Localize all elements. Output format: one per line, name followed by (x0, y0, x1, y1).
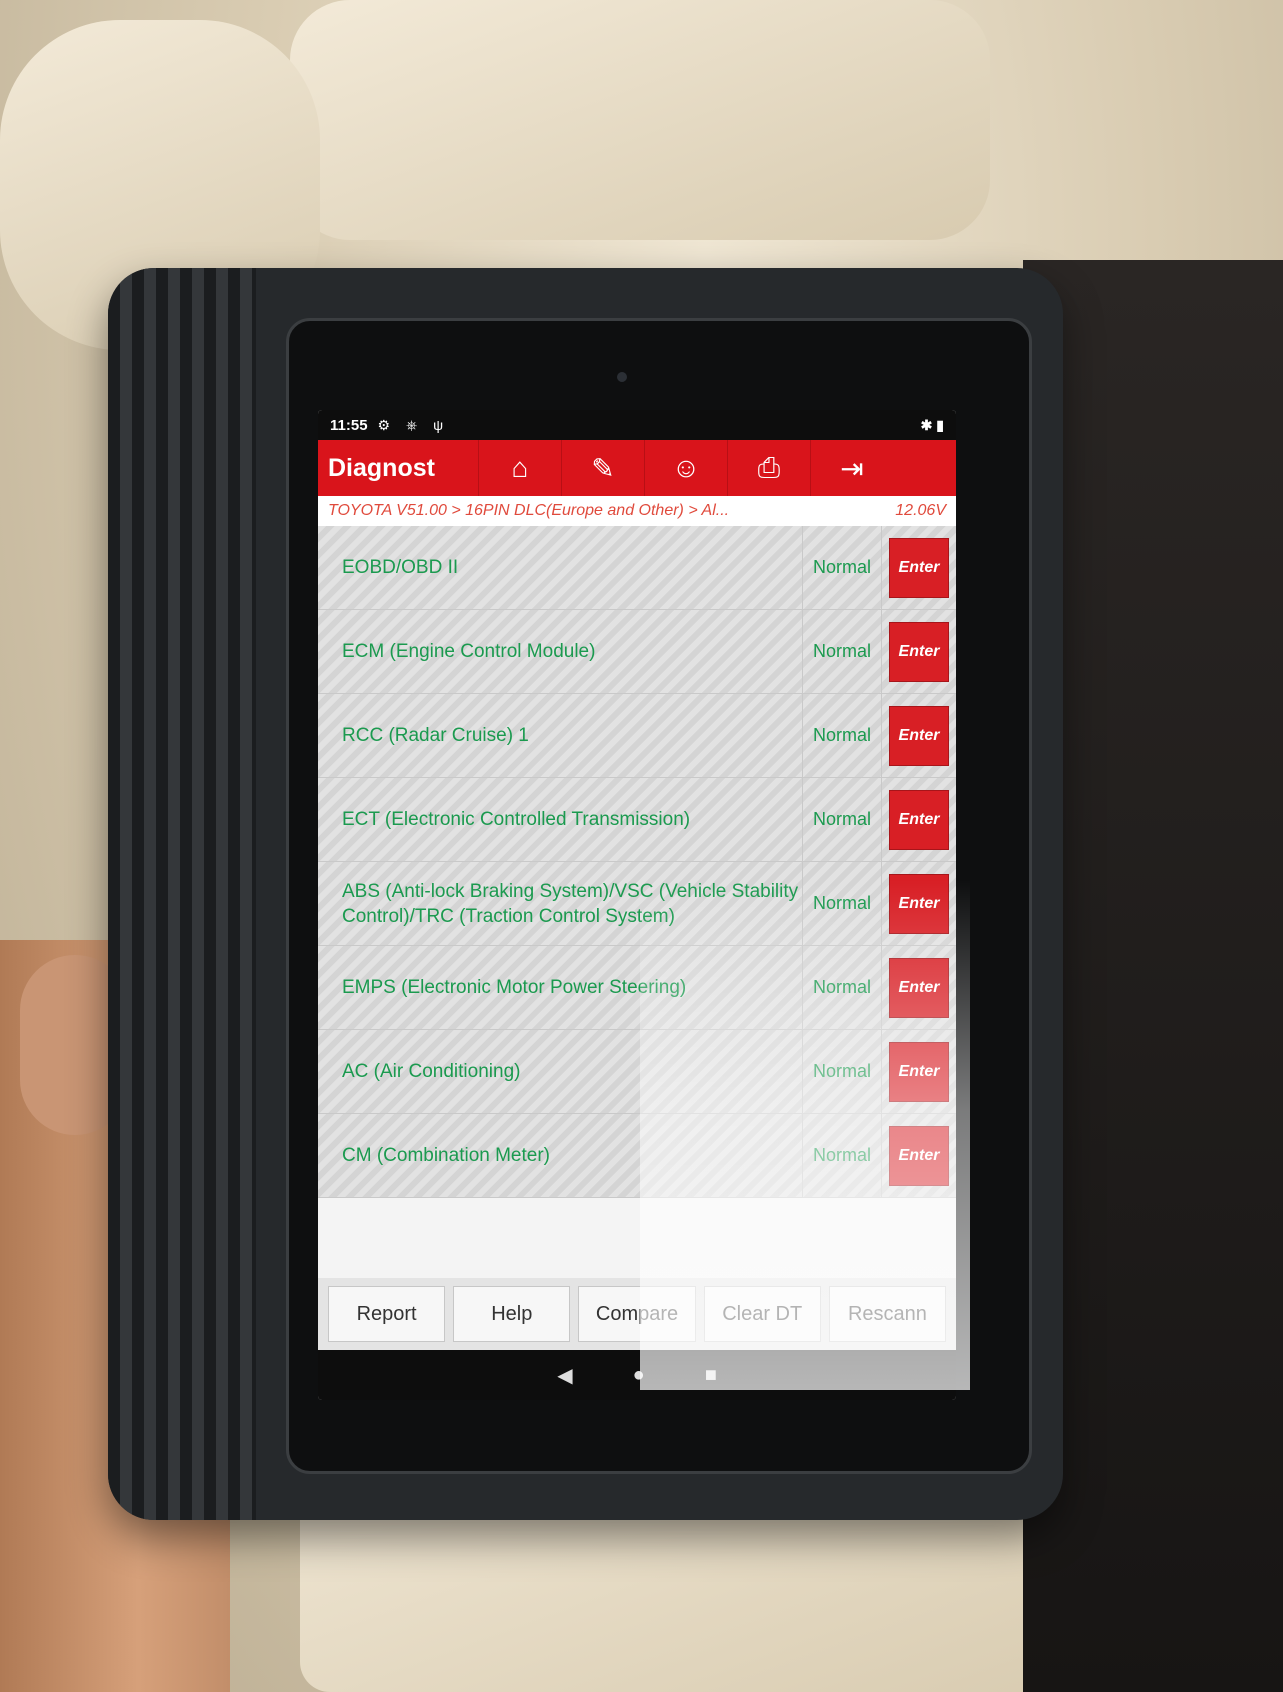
list-item: ABS (Anti-lock Braking System)/VSC (Vehi… (318, 862, 956, 946)
system-status: Normal (802, 526, 881, 609)
app-bar: Diagnost ⌂ ✎ ☺ ⎙ ⇥ (318, 440, 956, 496)
compare-button[interactable]: Compare (578, 1286, 696, 1342)
system-list: EOBD/OBD II Normal Enter ECM (Engine Con… (318, 526, 956, 1278)
recent-apps-icon[interactable]: ■ (705, 1364, 717, 1387)
tablet-screen: 11:55 ⚙ ⎈ ψ ✱ ▮ Diagnost ⌂ ✎ ☺ ⎙ ⇥ TOYOT… (318, 410, 956, 1400)
list-item: CM (Combination Meter) Normal Enter (318, 1114, 956, 1198)
android-nav-bar: ◀ ● ■ (318, 1350, 956, 1400)
breadcrumb-path: TOYOTA V51.00 > 16PIN DLC(Europe and Oth… (328, 502, 730, 519)
list-item: EOBD/OBD II Normal Enter (318, 526, 956, 610)
enter-button[interactable]: Enter (889, 705, 949, 766)
exit-icon[interactable]: ⇥ (810, 440, 893, 496)
report-button[interactable]: Report (328, 1286, 446, 1342)
battery-voltage: 12.06V (895, 502, 946, 519)
system-name: EMPS (Electronic Motor Power Steering) (342, 977, 687, 998)
tablet-grip (108, 268, 256, 1520)
status-icons: ⚙ ⎈ ψ (377, 416, 450, 433)
system-name: ABS (Anti-lock Braking System)/VSC (Vehi… (342, 880, 799, 927)
bottom-toolbar: Report Help Compare Clear DT Rescann (318, 1278, 956, 1350)
system-status: Normal (802, 610, 881, 693)
status-bar: 11:55 ⚙ ⎈ ψ ✱ ▮ (318, 410, 956, 440)
list-item: ECT (Electronic Controlled Transmission)… (318, 778, 956, 862)
bluetooth-battery-icon: ✱ ▮ (920, 416, 944, 433)
enter-button[interactable]: Enter (889, 957, 949, 1018)
user-icon[interactable]: ☺ (644, 440, 727, 496)
system-name: ECT (Electronic Controlled Transmission) (342, 809, 691, 830)
clear-dtc-button[interactable]: Clear DT (703, 1286, 821, 1342)
system-name: RCC (Radar Cruise) 1 (342, 725, 529, 746)
help-button[interactable]: Help (453, 1286, 571, 1342)
system-name: ECM (Engine Control Module) (342, 641, 596, 662)
enter-button[interactable]: Enter (889, 873, 949, 934)
status-time: 11:55 (330, 416, 368, 434)
system-status: Normal (802, 1114, 881, 1197)
camera-icon (617, 372, 627, 382)
list-item: RCC (Radar Cruise) 1 Normal Enter (318, 694, 956, 778)
edit-icon[interactable]: ✎ (561, 440, 644, 496)
list-item: AC (Air Conditioning) Normal Enter (318, 1030, 956, 1114)
back-icon[interactable]: ◀ (557, 1363, 572, 1388)
enter-button[interactable]: Enter (889, 1125, 949, 1186)
system-status: Normal (802, 946, 881, 1029)
enter-button[interactable]: Enter (889, 789, 949, 850)
system-status: Normal (802, 1030, 881, 1113)
system-name: AC (Air Conditioning) (342, 1061, 521, 1082)
system-status: Normal (802, 694, 881, 777)
system-status: Normal (802, 778, 881, 861)
enter-button[interactable]: Enter (889, 537, 949, 598)
enter-button[interactable]: Enter (889, 1041, 949, 1102)
seat-backrest (290, 0, 990, 240)
home-icon[interactable]: ⌂ (478, 440, 561, 496)
system-name: CM (Combination Meter) (342, 1145, 550, 1166)
list-item: ECM (Engine Control Module) Normal Enter (318, 610, 956, 694)
system-name: EOBD/OBD II (342, 557, 459, 578)
system-status: Normal (802, 862, 881, 945)
breadcrumb: TOYOTA V51.00 > 16PIN DLC(Europe and Oth… (318, 496, 956, 526)
rescan-button[interactable]: Rescann (828, 1286, 947, 1342)
enter-button[interactable]: Enter (889, 621, 949, 682)
app-title: Diagnost (328, 453, 435, 482)
home-nav-icon[interactable]: ● (633, 1364, 645, 1387)
print-icon[interactable]: ⎙ (727, 440, 810, 496)
list-item: EMPS (Electronic Motor Power Steering) N… (318, 946, 956, 1030)
